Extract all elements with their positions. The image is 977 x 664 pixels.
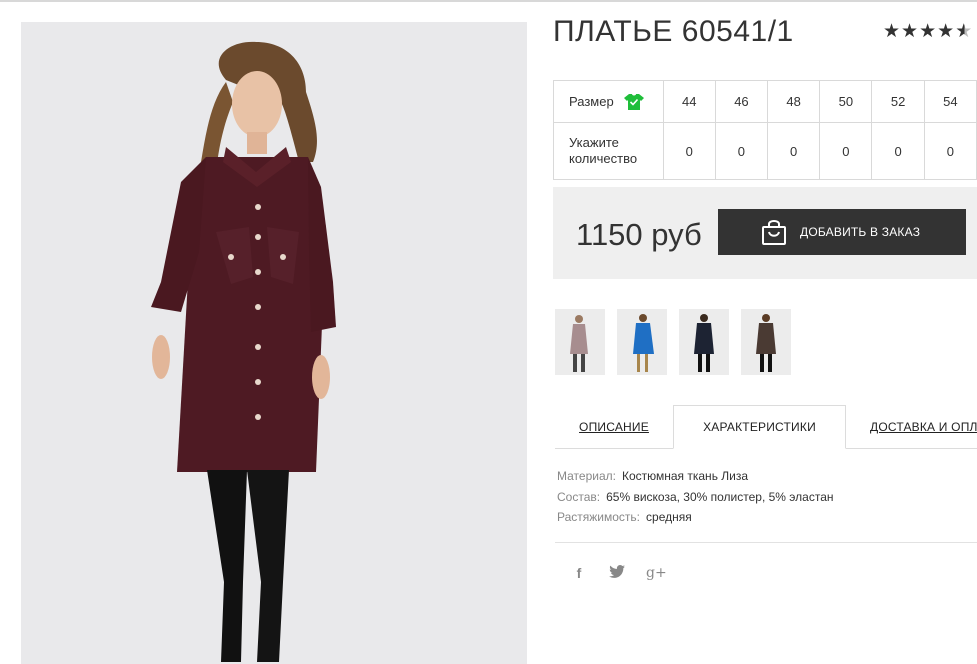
tab-description[interactable]: ОПИСАНИЕ xyxy=(555,405,673,449)
characteristic-key: Состав: xyxy=(557,489,601,504)
thumbnail-navy-dress[interactable] xyxy=(679,309,729,375)
tab-characteristics[interactable]: ХАРАКТЕРИСТИКИ xyxy=(673,405,846,449)
add-to-order-button[interactable]: ДОБАВИТЬ В ЗАКАЗ xyxy=(718,209,966,255)
thumbnail-check-dress[interactable] xyxy=(741,309,791,375)
size-label: Размер xyxy=(569,94,614,109)
dress-thumbnail-image xyxy=(756,314,776,372)
size-label-cell: Размер xyxy=(553,80,664,123)
quantity-label: Укажите количество xyxy=(569,135,638,166)
quantity-label-cell: Укажите количество xyxy=(553,122,664,180)
quantity-row: Укажите количество 0 0 0 0 0 0 xyxy=(553,122,977,180)
size-option[interactable]: 50 xyxy=(819,80,873,123)
size-guide-icon[interactable] xyxy=(623,93,644,111)
thumbnail-blue-dress[interactable] xyxy=(617,309,667,375)
size-option[interactable]: 54 xyxy=(923,80,977,123)
quantity-input[interactable]: 0 xyxy=(923,122,977,180)
model-in-dress-image xyxy=(151,41,336,662)
star-half-icon[interactable]: ★ xyxy=(955,21,972,43)
size-option[interactable]: 52 xyxy=(871,80,925,123)
characteristic-value: средняя xyxy=(646,510,692,524)
twitter-icon[interactable] xyxy=(608,565,626,581)
thumbnail-mauve-dress[interactable] xyxy=(555,309,605,375)
star-icon[interactable]: ★ xyxy=(883,21,900,43)
size-option[interactable]: 48 xyxy=(767,80,821,123)
facebook-icon[interactable]: f xyxy=(570,565,588,581)
quantity-input[interactable]: 0 xyxy=(662,122,716,180)
tab-delivery-payment[interactable]: ДОСТАВКА И ОПЛА xyxy=(855,405,977,449)
star-icon[interactable]: ★ xyxy=(937,21,954,43)
characteristic-row: Состав: 65% вискоза, 30% полистер, 5% эла… xyxy=(557,487,834,508)
product-photo[interactable] xyxy=(21,22,527,664)
shopping-bag-icon xyxy=(762,220,786,245)
size-option[interactable]: 46 xyxy=(714,80,769,123)
top-divider xyxy=(0,0,977,2)
price-panel: 1150 руб ДОБАВИТЬ В ЗАКАЗ xyxy=(553,187,977,279)
product-title: ПЛАТЬЕ 60541/1 xyxy=(553,15,794,48)
size-option[interactable]: 44 xyxy=(662,80,716,123)
add-to-order-label: ДОБАВИТЬ В ЗАКАЗ xyxy=(800,225,921,239)
quantity-input[interactable]: 0 xyxy=(714,122,769,180)
price-value: 1150 руб xyxy=(576,217,702,252)
characteristic-value: Костюмная ткань Лиза xyxy=(621,469,749,483)
social-share: f g+ xyxy=(570,565,667,581)
quantity-input[interactable]: 0 xyxy=(871,122,925,180)
star-icon[interactable]: ★ xyxy=(901,21,918,43)
section-divider xyxy=(555,542,977,543)
rating-stars[interactable]: ★ ★ ★ ★ ★ xyxy=(883,21,972,43)
characteristic-row: Растяжимость: средняя xyxy=(557,507,834,528)
characteristic-key: Растяжимость: xyxy=(557,510,641,524)
google-plus-icon[interactable]: g+ xyxy=(646,565,667,581)
size-quantity-table: Размер 44 46 48 50 52 54 Укажите количес… xyxy=(553,80,977,180)
dress-thumbnail-image xyxy=(633,314,654,372)
quantity-input[interactable]: 0 xyxy=(819,122,873,180)
thumbnail-gallery xyxy=(555,309,791,375)
characteristic-row: Материал: Костюмная ткань Лиза xyxy=(557,466,834,487)
star-icon[interactable]: ★ xyxy=(919,21,936,43)
characteristic-key: Материал: xyxy=(557,469,616,483)
dress-thumbnail-image xyxy=(694,314,714,372)
size-row: Размер 44 46 48 50 52 54 xyxy=(553,80,977,123)
characteristic-value: 65% вискоза, 30% полистер, 5% эластан xyxy=(606,489,834,504)
product-tabs: ОПИСАНИЕ ХАРАКТЕРИСТИКИ ДОСТАВКА И ОПЛА xyxy=(555,405,977,449)
dress-thumbnail-image xyxy=(570,315,588,372)
characteristics-list: Материал: Костюмная ткань Лиза Состав: 65%… xyxy=(557,466,834,528)
quantity-input[interactable]: 0 xyxy=(767,122,821,180)
